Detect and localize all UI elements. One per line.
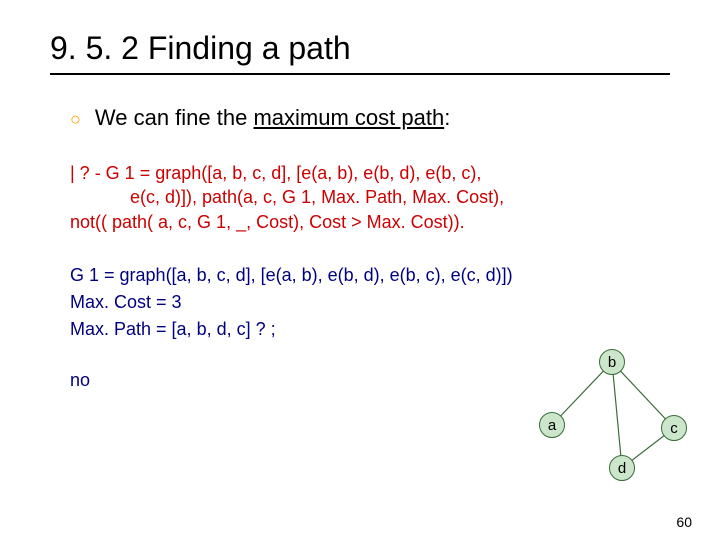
code-line-2: e(c, d)]), path(a, c, G 1, Max. Path, Ma… [70,185,670,209]
code-line-3: not(( path( a, c, G 1, _, Cost), Cost > … [70,210,670,234]
bullet-underlined: maximum cost path [253,105,444,130]
bullet-item: ○ We can fine the maximum cost path: [70,105,670,131]
graph-node-a: a [539,412,565,438]
graph-diagram: b a c d [530,340,690,500]
query-code: | ? - G 1 = graph([a, b, c, d], [e(a, b)… [70,161,670,234]
title-underline [50,73,670,75]
bullet-marker-icon: ○ [70,110,81,128]
bullet-suffix: : [444,105,450,130]
output-line-1: G 1 = graph([a, b, c, d], [e(a, b), e(b,… [70,262,670,289]
graph-node-c: c [661,415,687,441]
graph-node-b: b [599,349,625,375]
slide: 9. 5. 2 Finding a path ○ We can fine the… [0,0,720,540]
code-line-1: | ? - G 1 = graph([a, b, c, d], [e(a, b)… [70,161,670,185]
page-number: 60 [676,514,692,530]
output-line-3: Max. Path = [a, b, d, c] ? ; [70,316,670,343]
graph-node-d: d [609,455,635,481]
output-line-2: Max. Cost = 3 [70,289,670,316]
slide-title: 9. 5. 2 Finding a path [50,30,670,67]
edge-b-d [612,362,622,468]
bullet-prefix: We can fine the [95,105,254,130]
bullet-text: We can fine the maximum cost path: [95,105,450,131]
